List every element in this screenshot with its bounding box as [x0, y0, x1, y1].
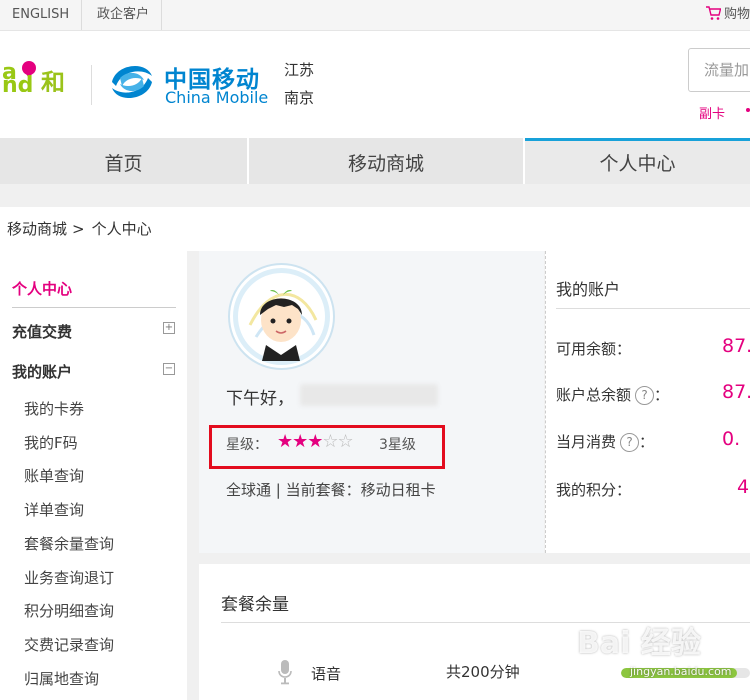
- monthly-spend-colon: ：: [639, 433, 655, 451]
- points-value: 4: [737, 476, 750, 498]
- sidebar-item-points[interactable]: 积分明细查询: [24, 600, 114, 621]
- tab-personal-center[interactable]: 个人中心: [525, 138, 750, 184]
- level-label: 星级：: [226, 437, 268, 453]
- sidebar-item-fcode[interactable]: 我的F码: [24, 432, 78, 453]
- sidebar-item-bill[interactable]: 账单查询: [24, 465, 84, 486]
- and-he-logo[interactable]: a nd 和: [2, 58, 84, 98]
- sidebar-item-unsubscribe[interactable]: 业务查询退订: [24, 567, 114, 588]
- cart-label: 购物: [724, 7, 750, 22]
- sidebar-recharge[interactable]: 充值交费: [12, 321, 72, 342]
- cart-icon: [706, 6, 722, 20]
- baidu-watermark: Bai 经验: [577, 626, 701, 661]
- main-nav: 首页 移动商城 个人中心: [0, 138, 750, 184]
- monthly-spend-text: 当月消费: [556, 433, 617, 451]
- avatar-cartoon-icon: [233, 268, 330, 365]
- star-empty-icon: ☆☆: [322, 431, 353, 452]
- baidu-watermark-url: jingyan.baidu.com: [630, 665, 732, 678]
- account-divider: [556, 308, 750, 309]
- voice-total: 共200分钟: [446, 663, 520, 681]
- search-input[interactable]: 流量加: [688, 48, 750, 92]
- sidebar-item-payments[interactable]: 交费记录查询: [24, 634, 114, 655]
- expand-icon[interactable]: +: [163, 322, 175, 334]
- total-balance-colon: ：: [654, 386, 670, 404]
- package-remaining-title: 套餐余量: [221, 595, 289, 615]
- voice-label: 语音: [311, 665, 342, 683]
- current-package-line: 全球通 | 当前套餐：移动日租卡: [226, 481, 436, 499]
- svg-text:nd: nd: [2, 73, 33, 92]
- province-selector[interactable]: 江苏: [284, 59, 314, 80]
- tab-home[interactable]: 首页: [0, 138, 247, 184]
- breadcrumb-separator: >: [72, 220, 85, 238]
- microphone-icon: [278, 659, 292, 689]
- monthly-spend-value: 0.: [722, 428, 741, 450]
- total-balance-label: 账户总余额?：: [556, 384, 669, 405]
- sidebar-personal-center[interactable]: 个人中心: [12, 278, 72, 299]
- top-utility-bar: ENGLISH 政企客户 购物: [0, 0, 750, 31]
- greeting-text: 下午好，: [226, 389, 294, 409]
- sidebar-item-region[interactable]: 归属地查询: [24, 668, 99, 689]
- english-link[interactable]: ENGLISH: [0, 0, 83, 30]
- total-balance-text: 账户总余额: [556, 386, 632, 404]
- available-balance-value: 87.: [722, 335, 750, 357]
- help-icon[interactable]: ?: [635, 386, 655, 405]
- tab-mall[interactable]: 移动商城: [249, 138, 523, 184]
- china-mobile-en-name: China Mobile: [165, 88, 269, 107]
- city-selector[interactable]: 南京: [284, 87, 314, 108]
- sidebar-item-detail[interactable]: 详单查询: [24, 499, 84, 520]
- breadcrumb-current: 个人中心: [91, 220, 152, 238]
- level-text: 3星级: [379, 437, 416, 453]
- collapse-icon[interactable]: −: [163, 363, 175, 375]
- masked-phone-number: [300, 384, 438, 406]
- fuka-link[interactable]: 副卡: [699, 103, 725, 122]
- sidebar-item-coupons[interactable]: 我的卡券: [24, 398, 84, 419]
- monthly-spend-label: 当月消费?：: [556, 431, 654, 452]
- help-icon[interactable]: ?: [620, 433, 640, 452]
- star-rating: ★★★☆☆: [277, 431, 354, 452]
- pink-dot: [746, 108, 750, 112]
- avatar[interactable]: [228, 263, 335, 370]
- account-title: 我的账户: [556, 280, 621, 299]
- breadcrumb: 移动商城 > 个人中心: [0, 207, 750, 251]
- sidebar-my-account[interactable]: 我的账户: [12, 361, 72, 382]
- gov-customer-link[interactable]: 政企客户: [85, 0, 163, 30]
- sidebar-item-package-balance[interactable]: 套餐余量查询: [24, 533, 114, 554]
- sidebar-divider: [12, 307, 176, 308]
- logo-divider: [91, 65, 92, 105]
- china-mobile-logo-icon[interactable]: [106, 56, 158, 112]
- cart-link[interactable]: 购物: [705, 0, 750, 30]
- breadcrumb-mall[interactable]: 移动商城: [7, 220, 67, 238]
- total-balance-value: 87.: [722, 381, 750, 403]
- and-he-logo-mark: a nd 和: [2, 60, 65, 98]
- star-filled-icon: ★★★: [277, 431, 323, 452]
- svg-text:和: 和: [41, 69, 65, 92]
- points-label: 我的积分：: [556, 481, 632, 499]
- available-balance-label: 可用余额：: [556, 340, 632, 358]
